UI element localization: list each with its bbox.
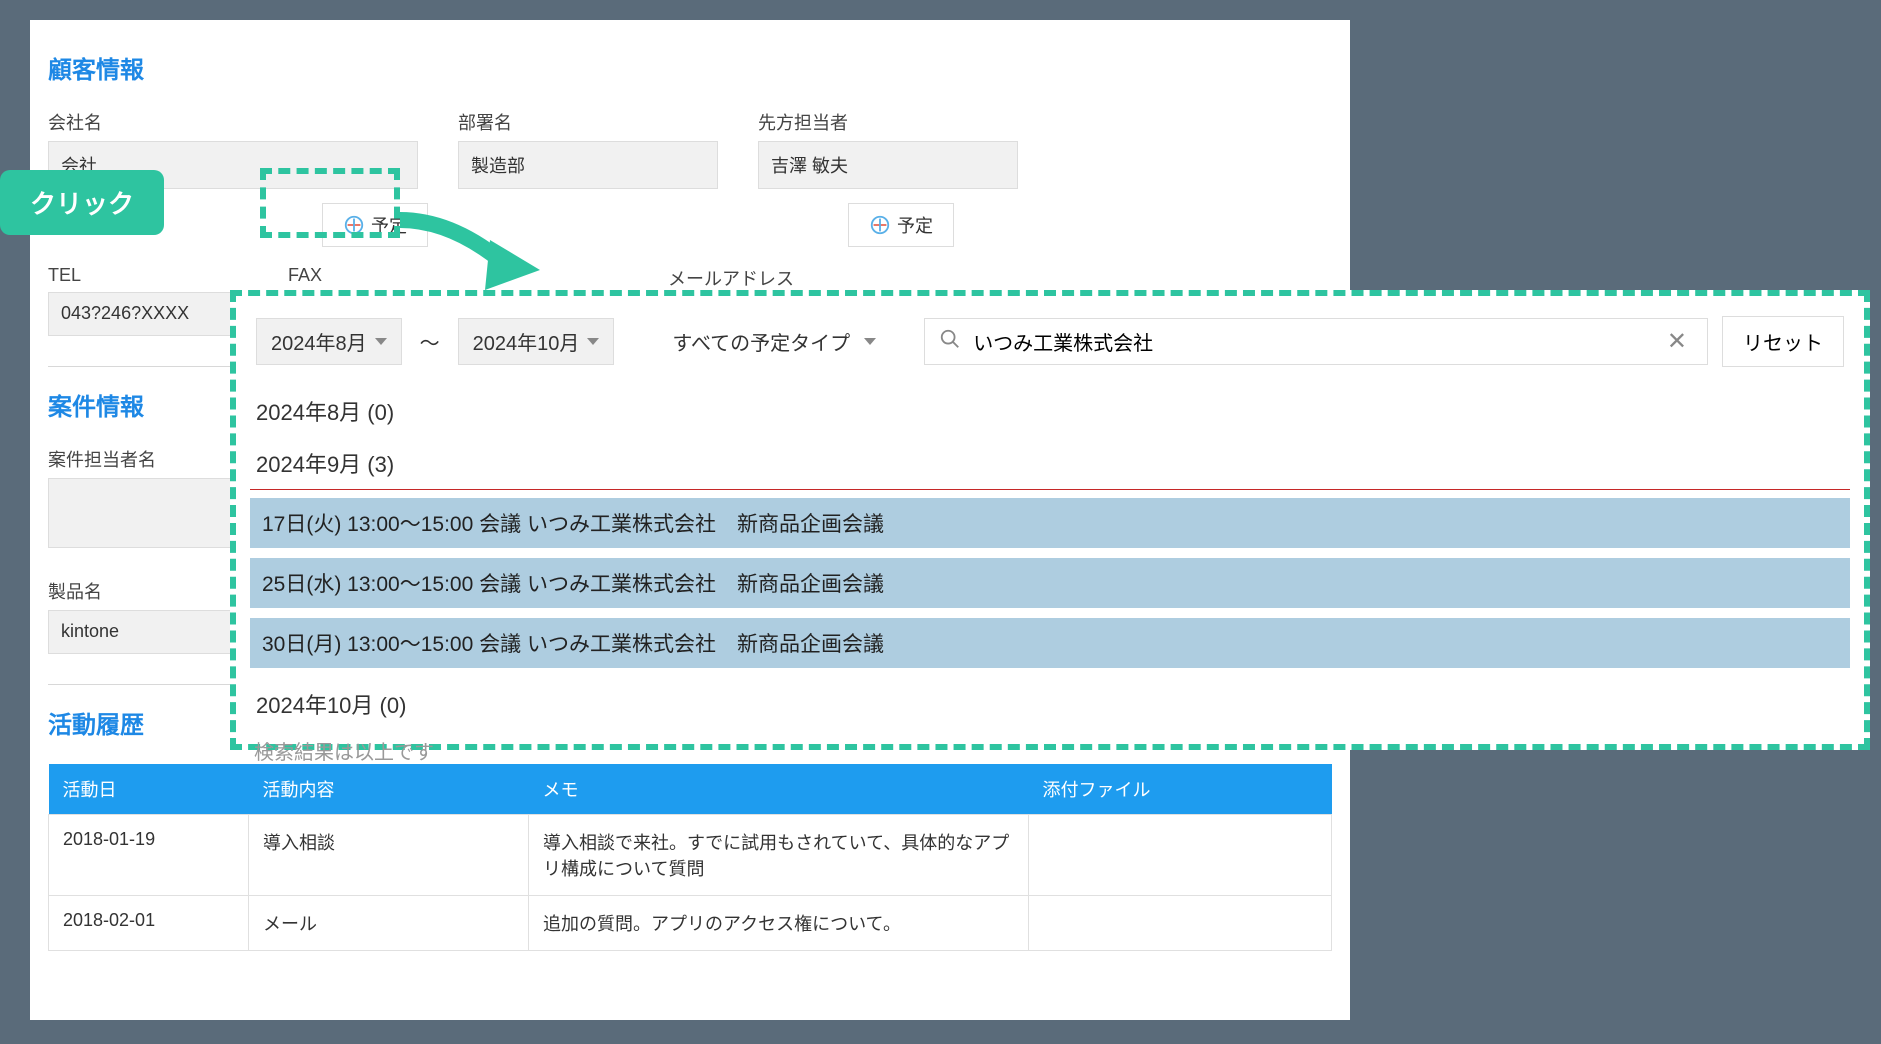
customer-row-1: 会社名 会社 予定 部署名 製造部 先方担当者 吉澤 敏夫 xyxy=(48,109,1332,245)
schedule-button-label: 予定 xyxy=(371,212,407,238)
chevron-down-icon xyxy=(375,338,387,345)
table-cell-attachment xyxy=(1029,815,1332,896)
activity-table: 活動日 活動内容 メモ 添付ファイル 2018-01-19導入相談導入相談で来社… xyxy=(48,764,1332,951)
table-cell-content: 導入相談 xyxy=(249,815,529,896)
table-cell-memo: 導入相談で来社。すでに試用もされていて、具体的なアプリ構成について質問 xyxy=(529,815,1029,896)
today-line xyxy=(250,489,1850,490)
activity-header-date: 活動日 xyxy=(49,764,249,815)
activity-header-memo: メモ xyxy=(529,764,1029,815)
search-end-message: 検索結果は以上です xyxy=(250,730,1850,771)
date-to-select[interactable]: 2024年10月 xyxy=(458,318,615,365)
table-cell-memo: 追加の質問。アプリのアクセス権について。 xyxy=(529,896,1029,951)
table-cell-content: メール xyxy=(249,896,529,951)
dept-label: 部署名 xyxy=(458,109,718,135)
search-icon xyxy=(939,328,961,356)
chevron-down-icon xyxy=(587,338,599,345)
tel-label: TEL xyxy=(48,265,248,286)
type-select[interactable]: すべての予定タイプ xyxy=(658,319,890,364)
click-callout: クリック xyxy=(0,170,164,235)
schedule-icon xyxy=(343,214,365,236)
month-group-header[interactable]: 2024年10月 (0) xyxy=(250,678,1850,730)
date-to-label: 2024年10月 xyxy=(473,327,580,356)
activity-header-attachment: 添付ファイル xyxy=(1029,764,1332,815)
fax-label: FAX xyxy=(288,265,488,286)
schedule-button-company[interactable]: 予定 xyxy=(322,203,428,247)
month-group-header[interactable]: 2024年9月 (3) xyxy=(250,437,1850,489)
dept-value: 製造部 xyxy=(458,141,718,189)
event-row[interactable]: 25日(水) 13:00〜15:00 会議 いつみ工業株式会社 新商品企画会議 xyxy=(250,558,1850,608)
mail-label: メールアドレス xyxy=(668,265,988,291)
table-row: 2018-02-01メール追加の質問。アプリのアクセス権について。 xyxy=(49,896,1332,951)
date-from-select[interactable]: 2024年8月 xyxy=(256,318,402,365)
activity-header-content: 活動内容 xyxy=(249,764,529,815)
reset-button[interactable]: リセット xyxy=(1722,316,1844,367)
date-from-label: 2024年8月 xyxy=(271,327,367,356)
company-label: 会社名 xyxy=(48,109,418,135)
event-row[interactable]: 30日(月) 13:00〜15:00 会議 いつみ工業株式会社 新商品企画会議 xyxy=(250,618,1850,668)
tilde-separator: 〜 xyxy=(416,327,444,356)
month-group-header[interactable]: 2024年8月 (0) xyxy=(250,385,1850,437)
table-row: 2018-01-19導入相談導入相談で来社。すでに試用もされていて、具体的なアプ… xyxy=(49,815,1332,896)
clear-search-icon[interactable]: ✕ xyxy=(1661,327,1693,356)
schedule-button-label: 予定 xyxy=(897,212,933,238)
results-body: 2024年8月 (0)2024年9月 (3) 17日(火) 13:00〜15:00… xyxy=(250,385,1850,771)
search-input-wrap: ✕ xyxy=(924,318,1708,365)
contact-label: 先方担当者 xyxy=(758,109,1018,135)
table-cell-attachment xyxy=(1029,896,1332,951)
table-cell-date: 2018-01-19 xyxy=(49,815,249,896)
contact-value: 吉澤 敏夫 xyxy=(758,141,1018,189)
event-row[interactable]: 17日(火) 13:00〜15:00 会議 いつみ工業株式会社 新商品企画会議 xyxy=(250,498,1850,548)
search-input[interactable] xyxy=(973,330,1649,353)
search-bar: 2024年8月 〜 2024年10月 すべての予定タイプ ✕ リセット xyxy=(250,306,1850,385)
table-cell-date: 2018-02-01 xyxy=(49,896,249,951)
customer-section-title: 顧客情報 xyxy=(48,50,1332,85)
type-select-label: すべての予定タイプ xyxy=(672,327,850,356)
schedule-button-contact[interactable]: 予定 xyxy=(848,203,954,247)
tel-value: 043?246?XXXX xyxy=(48,292,248,336)
schedule-icon xyxy=(869,214,891,236)
chevron-down-icon xyxy=(864,338,876,345)
results-panel: 2024年8月 〜 2024年10月 すべての予定タイプ ✕ リセット 2024… xyxy=(230,290,1870,750)
